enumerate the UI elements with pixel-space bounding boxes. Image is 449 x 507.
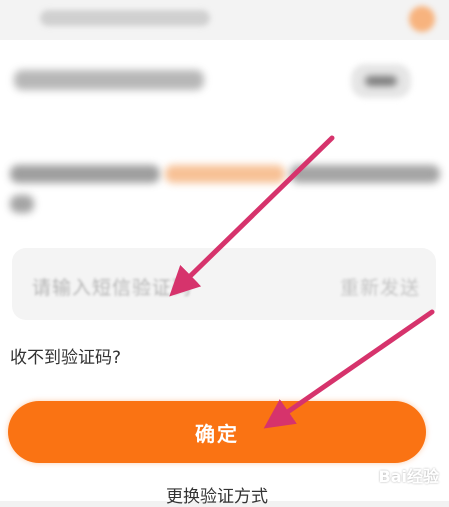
verification-header-card — [0, 40, 449, 130]
verification-form: 请输入短信验证码 重新发送 收不到验证码? 确定 更换验证方式 — [0, 130, 449, 507]
sms-code-placeholder: 请输入短信验证码 — [32, 277, 193, 299]
no-code-link[interactable]: 收不到验证码? — [10, 343, 121, 368]
blurred-action-button[interactable] — [351, 64, 411, 98]
blurred-avatar — [409, 6, 435, 32]
blurred-description — [10, 165, 160, 183]
switch-verification-method-link[interactable]: 更换验证方式 — [0, 482, 434, 507]
blurred-section-title — [14, 70, 204, 90]
blurred-description-tail — [290, 165, 440, 183]
watermark: Bai经验 — [379, 463, 439, 487]
sms-code-input[interactable]: 请输入短信验证码 重新发送 — [12, 248, 436, 320]
confirm-button[interactable]: 确定 — [8, 401, 426, 463]
blurred-banner-text — [40, 10, 210, 26]
watermark-text: Bai经验 — [378, 467, 439, 486]
blurred-phone-number — [165, 165, 285, 183]
resend-code-button[interactable]: 重新发送 — [340, 273, 420, 300]
blurred-description-line2 — [10, 195, 34, 213]
top-banner — [0, 0, 449, 40]
